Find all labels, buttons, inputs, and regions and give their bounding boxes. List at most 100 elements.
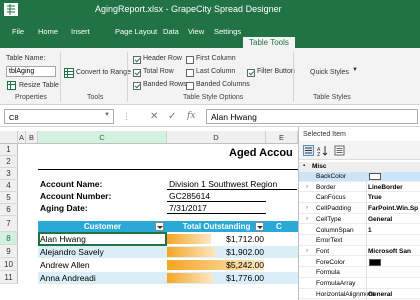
row-header[interactable]: 1 (0, 144, 18, 156)
active-cell-selection (38, 232, 167, 246)
convert-to-range-button[interactable]: Convert to Range (76, 69, 131, 76)
first-column-checkbox[interactable] (186, 56, 194, 64)
property-value[interactable]: General (368, 216, 392, 223)
aging-date-label[interactable]: Aging Date: (40, 203, 88, 213)
property-row[interactable]: ColumnSpan 1 (299, 226, 420, 235)
banded-columns-checkbox[interactable] (186, 82, 194, 90)
quick-styles-button[interactable]: Quick Styles (310, 69, 349, 76)
row-header[interactable]: 2 (0, 156, 18, 168)
property-row[interactable]: BackColor (299, 172, 420, 182)
last-column-checkbox[interactable] (186, 69, 194, 77)
property-row[interactable]: Formula (299, 268, 420, 278)
property-value[interactable]: FarPoint.Win.Sp (368, 205, 418, 212)
banded-rows-checkbox[interactable] (133, 82, 141, 90)
account-number-value[interactable]: GC285614 (169, 191, 210, 201)
filter-button-checkbox[interactable] (247, 69, 255, 77)
chevron-down-icon[interactable]: ▼ (104, 112, 110, 118)
customer-cell[interactable]: Andrew Allen (40, 260, 90, 270)
tab-page-layout[interactable]: Page Layout (115, 27, 157, 36)
total-row-checkbox[interactable] (133, 69, 141, 77)
property-row[interactable]: FormulaArray (299, 279, 420, 289)
property-row[interactable]: › CellPadding FarPoint.Win.Sp (299, 204, 420, 214)
total-outstanding-cell[interactable]: $1,902.00 (168, 247, 264, 257)
property-row[interactable]: › Font Microsoft San (299, 247, 420, 257)
cancel-icon[interactable]: ✕ (150, 111, 158, 122)
property-name: CanFocus (316, 194, 346, 202)
filter-button-label: Filter Button (257, 68, 295, 75)
row-header[interactable]: 5 (0, 192, 18, 204)
column-header-a[interactable]: A (18, 131, 26, 144)
alphabetical-icon[interactable]: AZ (317, 145, 328, 156)
column-header-c[interactable]: C (38, 131, 167, 144)
header-row-checkbox[interactable] (133, 56, 141, 64)
column-header-d[interactable]: D (167, 131, 266, 144)
property-value[interactable]: 1 (368, 227, 372, 234)
filter-dropdown-button[interactable] (155, 222, 164, 231)
property-row[interactable]: ErrorText (299, 236, 420, 246)
tab-settings[interactable]: Settings (214, 27, 241, 36)
property-value[interactable]: LineBorder (368, 184, 403, 191)
tab-table-tools[interactable]: Table Tools (243, 37, 295, 48)
svg-text:Z: Z (317, 152, 321, 156)
account-name-value[interactable]: Division 1 Southwest Region (169, 179, 277, 189)
total-outstanding-cell[interactable]: $1,776.00 (168, 273, 264, 283)
select-all-corner[interactable] (0, 131, 18, 144)
table-header-total-outstanding[interactable]: Total Outstanding (167, 221, 266, 232)
column-header-e[interactable]: E (266, 131, 298, 144)
formula-input[interactable]: Alan Hwang (206, 109, 418, 124)
property-value[interactable]: General (368, 291, 392, 298)
collapse-icon[interactable]: ▪ (303, 163, 305, 169)
total-outstanding-cell[interactable]: $5,242.00 (168, 260, 264, 270)
property-row[interactable]: HorizontalAlignment General (299, 290, 420, 300)
property-row[interactable]: CanFocus True (299, 193, 420, 203)
property-value[interactable]: True (368, 194, 382, 201)
customer-cell[interactable]: Alejandro Savely (40, 247, 104, 257)
tab-file[interactable]: File (12, 27, 24, 36)
row-header[interactable]: 4 (0, 180, 18, 192)
table-name-input[interactable]: tblAging (6, 66, 56, 77)
table-header-current[interactable]: C (266, 221, 298, 232)
resize-table-button[interactable]: Resize Table (19, 82, 59, 89)
expand-icon[interactable]: › (306, 184, 308, 190)
row-header[interactable]: 6 (0, 204, 18, 216)
tab-insert[interactable]: Insert (71, 27, 90, 36)
expand-icon[interactable]: › (306, 216, 308, 222)
row-header[interactable]: 7 (0, 216, 18, 232)
expand-icon[interactable]: › (306, 248, 308, 254)
customer-cell[interactable]: Anna Andreadi (40, 273, 96, 283)
table-name-label: Table Name: (6, 55, 46, 62)
row-header[interactable]: 9 (0, 245, 18, 258)
total-outstanding-cell[interactable]: $1,712.00 (168, 234, 264, 244)
filter-dropdown-button[interactable] (255, 222, 264, 231)
chevron-down-icon[interactable]: ▼ (352, 67, 358, 73)
row-header[interactable]: 3 (0, 168, 18, 180)
tab-view[interactable]: View (188, 27, 204, 36)
tab-home[interactable]: Home (38, 27, 58, 36)
property-row[interactable]: ForeColor (299, 258, 420, 268)
property-row[interactable]: › Border LineBorder (299, 183, 420, 193)
expand-icon[interactable]: › (306, 205, 308, 211)
row-header[interactable]: 8 (0, 232, 18, 245)
group-tools-label: Tools (87, 94, 104, 101)
enter-icon[interactable]: ✓ (168, 111, 176, 122)
pane-title: Selected Item (303, 131, 346, 138)
account-number-label[interactable]: Account Number: (40, 191, 111, 201)
categorized-icon[interactable] (303, 145, 314, 156)
column-divider (366, 172, 367, 300)
account-name-label[interactable]: Account Name: (40, 179, 102, 189)
function-icon[interactable]: fx (187, 111, 195, 121)
row-header[interactable]: 10 (0, 258, 18, 271)
properties-icon[interactable] (334, 145, 345, 156)
name-box[interactable]: C8 (4, 109, 114, 124)
more-options-icon[interactable]: ⋮ (122, 111, 131, 122)
spreadsheet-grid[interactable]: A B C D E 1 2 3 4 5 6 7 8 9 10 11 Aged A… (0, 131, 298, 300)
tab-data[interactable]: Data (163, 27, 179, 36)
property-value[interactable]: Microsoft San (368, 248, 411, 255)
property-row[interactable]: › CellType General (299, 215, 420, 225)
table-header-customer[interactable]: Customer (38, 221, 167, 232)
column-header-b[interactable]: B (26, 131, 38, 144)
ribbon: Table Name: tblAging Resize Table Proper… (0, 48, 420, 105)
category-row[interactable]: ▪ Misc (299, 162, 420, 172)
row-header[interactable]: 11 (0, 271, 18, 284)
aging-date-value[interactable]: 7/31/2017 (169, 203, 207, 213)
